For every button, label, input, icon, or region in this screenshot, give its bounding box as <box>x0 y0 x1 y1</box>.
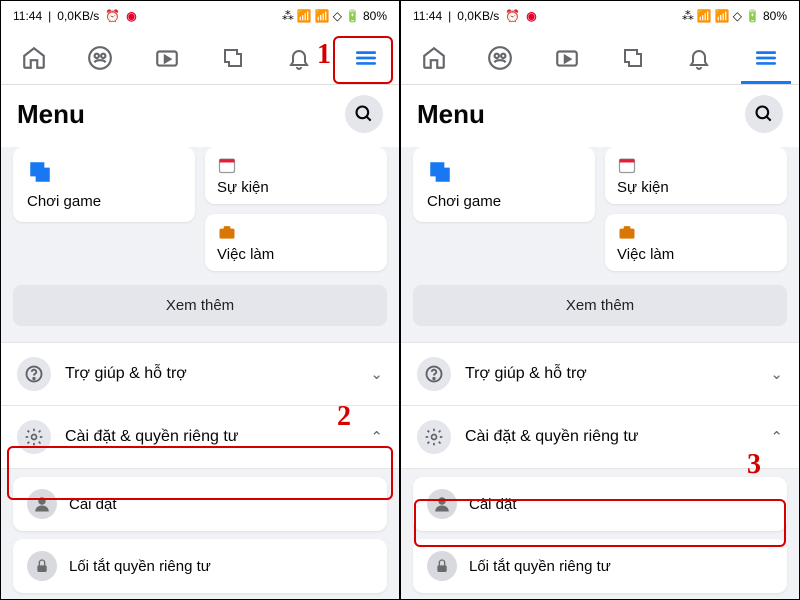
see-more-button[interactable]: Xem thêm <box>413 285 787 326</box>
section-help-label: Trợ giúp & hỗ trợ <box>465 365 756 383</box>
search-button[interactable] <box>745 95 783 133</box>
chevron-up-icon: ⌃ <box>770 428 783 446</box>
help-icon <box>17 357 51 391</box>
card-jobs[interactable]: Việc làm <box>205 214 387 271</box>
status-speed: 0,0KB/s <box>457 9 499 23</box>
card-events[interactable]: Sự kiện <box>205 147 387 204</box>
section-settings-privacy[interactable]: Cài đặt & quyền riêng tư ⌃ <box>401 406 799 469</box>
section-help-label: Trợ giúp & hỗ trợ <box>65 365 356 383</box>
subitem-privacy-label: Lối tắt quyền riêng tư <box>69 558 211 575</box>
status-bar: 11:44 | 0,0KB/s ⏰ ◉ ⁂ 📶 📶 ◇ 🔋 80% <box>1 1 399 31</box>
section-settings-label: Cài đặt & quyền riêng tư <box>465 428 756 446</box>
calendar-icon <box>217 155 237 175</box>
chevron-down-icon: ⌄ <box>770 365 783 383</box>
nav-groups[interactable] <box>467 31 533 84</box>
card-jobs-label: Việc làm <box>217 246 375 263</box>
battery-icon: 🔋 <box>345 9 360 23</box>
nav-notifications[interactable] <box>666 31 732 84</box>
card-jobs[interactable]: Việc làm <box>605 214 787 271</box>
subitem-settings-label: Cài đặt <box>469 496 517 513</box>
bluetooth-icon: ⁂ <box>282 9 294 23</box>
screen-right: 11:44 | 0,0KB/s ⏰ ◉ ⁂ 📶 📶 ◇ 🔋 80% <box>401 1 799 599</box>
nav-gaming[interactable] <box>200 31 266 84</box>
status-time: 11:44 <box>13 9 42 23</box>
gear-icon <box>17 420 51 454</box>
nav-watch[interactable] <box>134 31 200 84</box>
subitem-privacy-shortcuts[interactable]: Lối tắt quyền riêng tư <box>13 539 387 593</box>
card-gaming-label: Chơi game <box>27 193 181 210</box>
card-events-label: Sự kiện <box>217 179 375 196</box>
nav-notifications[interactable] <box>266 31 332 84</box>
battery-icon: 🔋 <box>745 9 760 23</box>
signal-icon-2: 📶 <box>315 9 330 23</box>
briefcase-icon <box>217 222 237 242</box>
battery-pct: 80% <box>763 9 787 23</box>
lock-icon <box>27 551 57 581</box>
nav-menu[interactable] <box>733 31 799 84</box>
nav-watch[interactable] <box>534 31 600 84</box>
section-settings-label: Cài đặt & quyền riêng tư <box>65 428 356 446</box>
card-events-label: Sự kiện <box>617 179 775 196</box>
subitem-settings-label: Cài đặt <box>69 496 117 513</box>
subitem-privacy-label: Lối tắt quyền riêng tư <box>469 558 611 575</box>
gaming-icon <box>427 159 453 185</box>
status-speed: 0,0KB/s <box>57 9 99 23</box>
menu-title: Menu <box>417 99 485 130</box>
nav-home[interactable] <box>1 31 67 84</box>
nav-bar <box>401 31 799 85</box>
search-button[interactable] <box>345 95 383 133</box>
card-gaming-label: Chơi game <box>427 193 581 210</box>
person-icon <box>427 489 457 519</box>
status-right: ⁂ 📶 📶 ◇ 🔋 80% <box>282 9 387 23</box>
card-gaming[interactable]: Chơi game <box>13 147 195 222</box>
nav-home[interactable] <box>401 31 467 84</box>
target-icon: ◉ <box>126 9 136 23</box>
person-icon <box>27 489 57 519</box>
battery-pct: 80% <box>363 9 387 23</box>
section-settings-privacy[interactable]: Cài đặt & quyền riêng tư ⌃ <box>1 406 399 469</box>
nav-gaming[interactable] <box>600 31 666 84</box>
wifi-icon: ◇ <box>333 9 342 23</box>
chevron-down-icon: ⌄ <box>370 365 383 383</box>
signal-icon-2: 📶 <box>715 9 730 23</box>
nav-groups[interactable] <box>67 31 133 84</box>
card-jobs-label: Việc làm <box>617 246 775 263</box>
menu-header: Menu <box>1 85 399 147</box>
subitem-privacy-shortcuts[interactable]: Lối tắt quyền riêng tư <box>413 539 787 593</box>
card-gaming[interactable]: Chơi game <box>413 147 595 222</box>
subitem-settings[interactable]: Cài đặt <box>413 477 787 531</box>
see-more-button[interactable]: Xem thêm <box>13 285 387 326</box>
menu-header: Menu <box>401 85 799 147</box>
lock-icon <box>427 551 457 581</box>
wifi-icon: ◇ <box>733 9 742 23</box>
card-events[interactable]: Sự kiện <box>605 147 787 204</box>
chevron-up-icon: ⌃ <box>370 428 383 446</box>
alarm-icon: ⏰ <box>105 9 120 23</box>
nav-bar <box>1 31 399 85</box>
help-icon <box>417 357 451 391</box>
calendar-icon <box>617 155 637 175</box>
gaming-icon <box>27 159 53 185</box>
target-icon: ◉ <box>526 9 536 23</box>
gear-icon <box>417 420 451 454</box>
signal-icon: 📶 <box>297 9 312 23</box>
nav-menu[interactable] <box>333 31 399 84</box>
status-bar: 11:44 | 0,0KB/s ⏰ ◉ ⁂ 📶 📶 ◇ 🔋 80% <box>401 1 799 31</box>
briefcase-icon <box>617 222 637 242</box>
subitem-settings[interactable]: Cài đặt <box>13 477 387 531</box>
status-time: 11:44 <box>413 9 442 23</box>
signal-icon: 📶 <box>697 9 712 23</box>
section-help[interactable]: Trợ giúp & hỗ trợ ⌄ <box>1 342 399 406</box>
section-help[interactable]: Trợ giúp & hỗ trợ ⌄ <box>401 342 799 406</box>
status-right: ⁂ 📶 📶 ◇ 🔋 80% <box>682 9 787 23</box>
bluetooth-icon: ⁂ <box>682 9 694 23</box>
alarm-icon: ⏰ <box>505 9 520 23</box>
screen-left: 11:44 | 0,0KB/s ⏰ ◉ ⁂ 📶 📶 ◇ 🔋 80% <box>1 1 401 599</box>
menu-title: Menu <box>17 99 85 130</box>
